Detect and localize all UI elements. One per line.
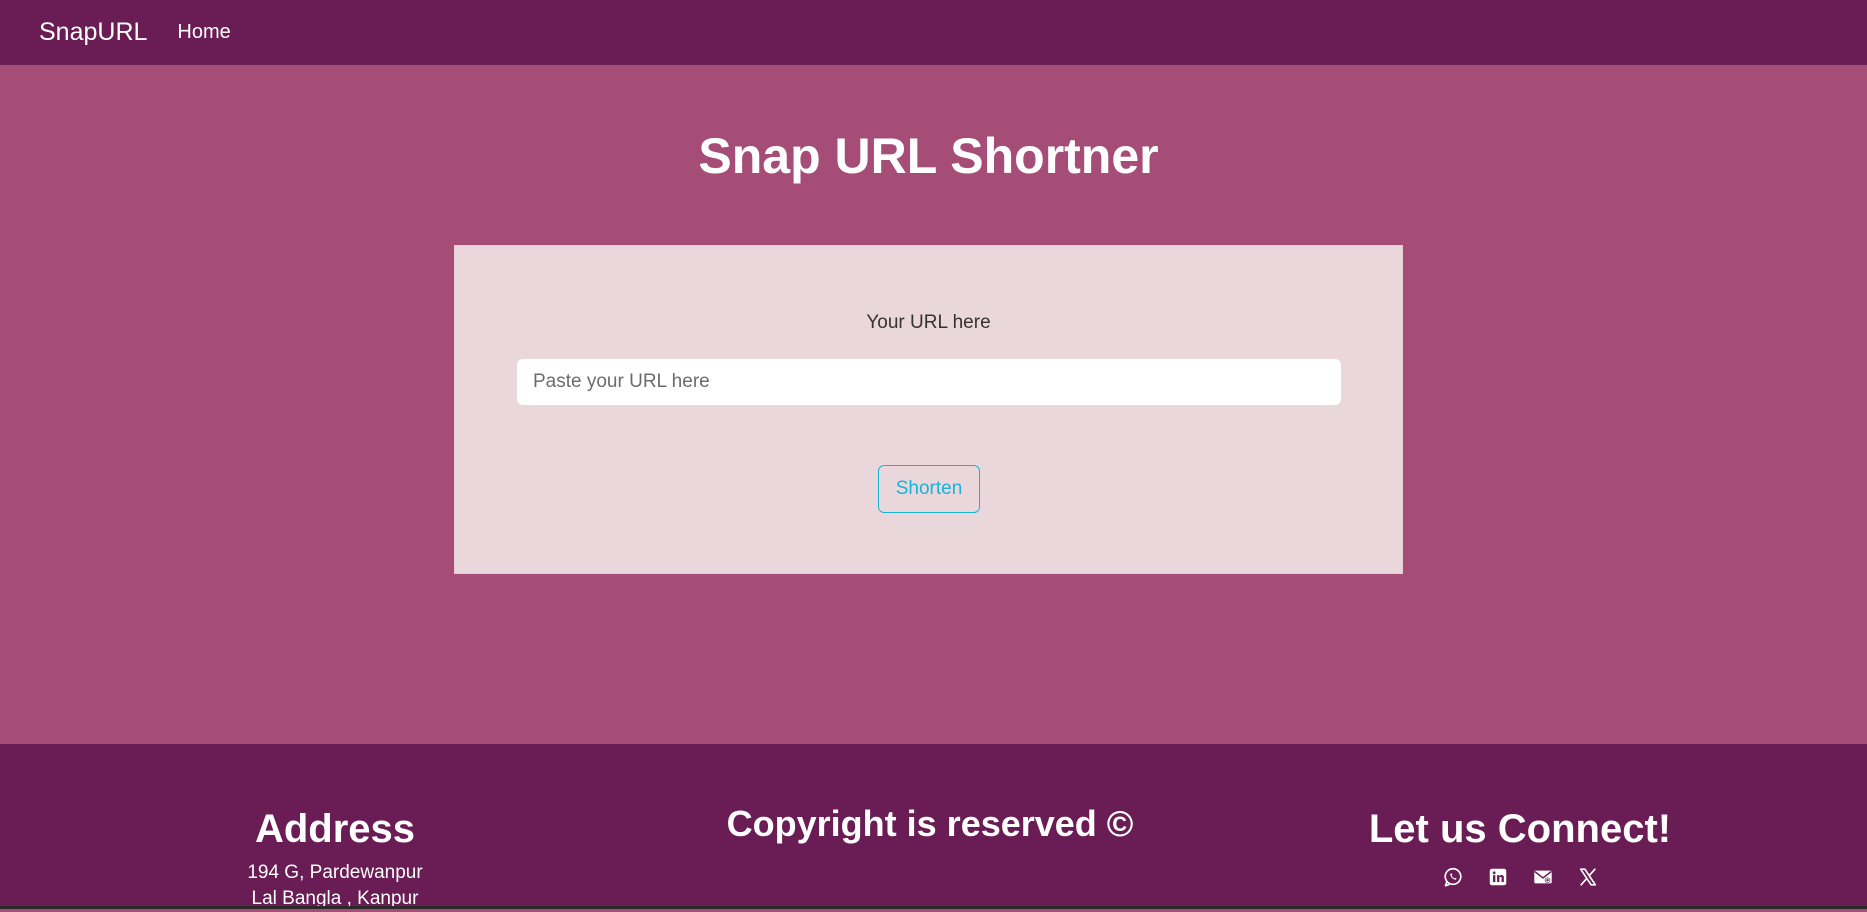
shorten-form-card: Your URL here Shorten	[454, 245, 1403, 574]
linkedin-icon[interactable]	[1485, 864, 1510, 889]
nav-home-link[interactable]: Home	[177, 21, 230, 44]
copyright-heading: Copyright is reserved ©	[726, 803, 1134, 844]
address-heading: Address	[254, 807, 416, 851]
x-icon[interactable]	[1575, 864, 1600, 889]
main-content: Snap URL Shortner Your URL here Shorten	[0, 65, 1867, 744]
footer-address-section: Address 194 G, Pardewanpur Lal Bangla , …	[200, 806, 470, 912]
address-line: 194 G, Pardewanpur	[247, 862, 423, 883]
url-input[interactable]	[517, 359, 1341, 405]
shorten-button[interactable]: Shorten	[878, 465, 980, 513]
brand-link[interactable]: SnapURL	[39, 18, 147, 47]
mail-icon[interactable]	[1530, 864, 1555, 889]
navbar: SnapURL Home	[0, 0, 1867, 65]
connect-heading: Let us Connect!	[1368, 807, 1672, 851]
whatsapp-icon[interactable]	[1440, 864, 1465, 889]
page-title: Snap URL Shortner	[698, 128, 1159, 184]
footer-connect-section: Let us Connect!	[1360, 806, 1680, 889]
footer: Address 194 G, Pardewanpur Lal Bangla , …	[0, 744, 1867, 909]
url-field-label: Your URL here	[866, 312, 991, 333]
social-links	[1360, 864, 1680, 889]
footer-copyright-section: Copyright is reserved ©	[680, 804, 1180, 844]
